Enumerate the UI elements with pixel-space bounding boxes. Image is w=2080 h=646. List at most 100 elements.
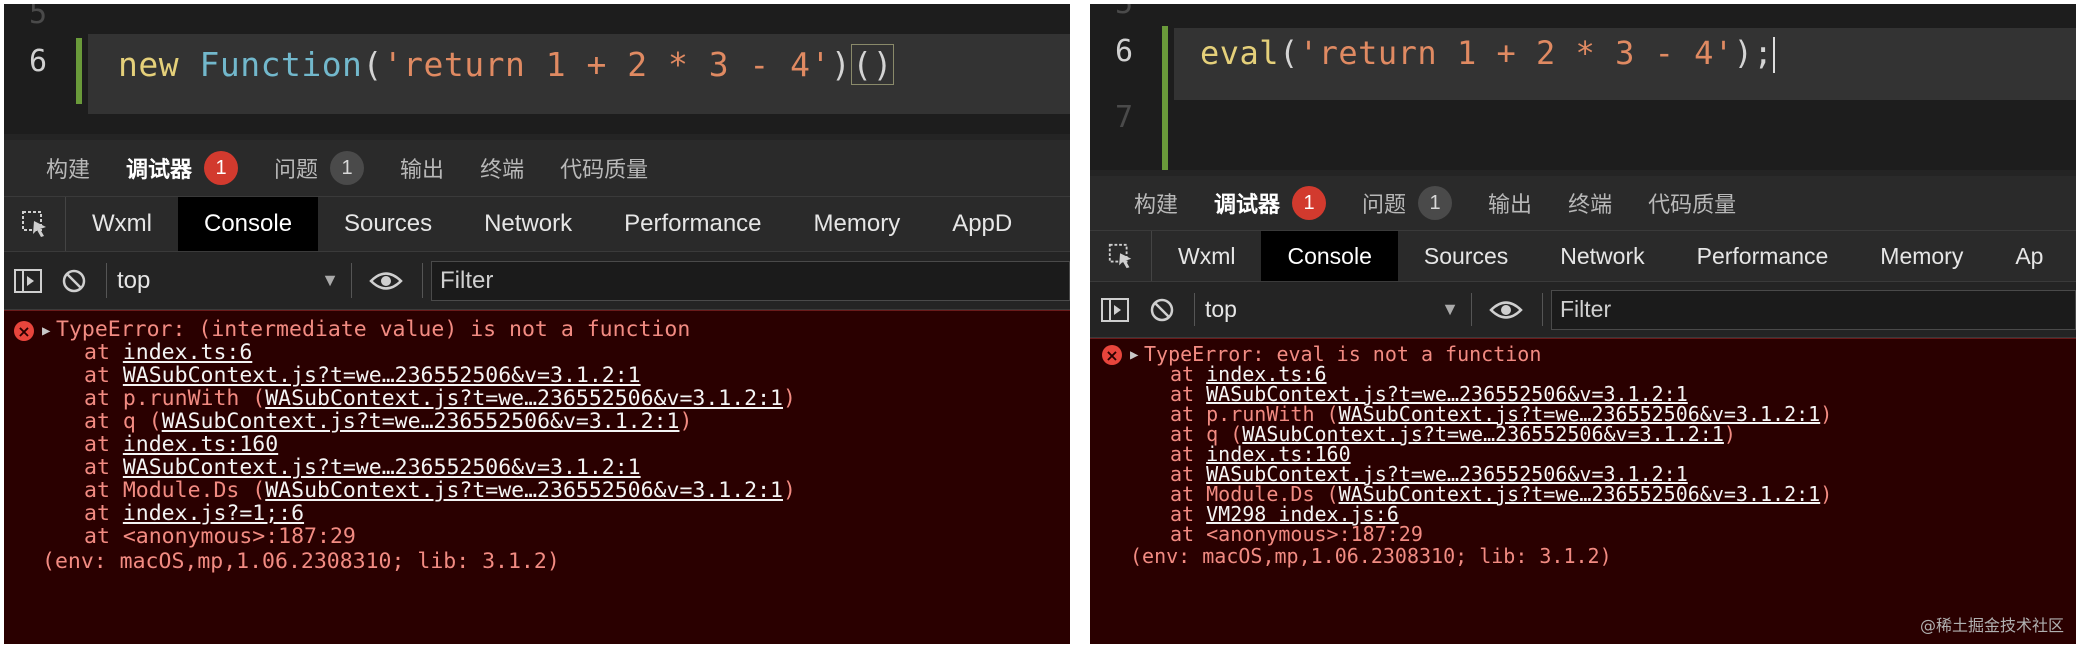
bottom-panel-tabs: 构建 调试器 1 问题 1 输出 终端 代码质量 <box>1090 176 2076 230</box>
tab-network[interactable]: Network <box>458 197 598 251</box>
tab-build[interactable]: 构建 <box>28 152 108 184</box>
env-info: (env: macOS,mp,1.06.2308310; lib: 3.1.2) <box>42 549 560 574</box>
stack-source-link[interactable]: WASubContext.js?t=we…236552506&v=3.1.2:1 <box>123 363 641 388</box>
tab-console[interactable]: Console <box>177 197 319 251</box>
console-toolbar: top ▼ <box>1090 282 2076 338</box>
tab-debugger[interactable]: 调试器 1 <box>1196 186 1344 220</box>
code-editor: 5 6 7 eval('return 1 + 2 * 3 - 4'); <box>1090 4 2076 170</box>
stack-source-link[interactable]: index.js?=1;:6 <box>123 501 304 526</box>
stack-end: ) <box>783 478 796 503</box>
clear-console-icon[interactable] <box>1140 282 1184 337</box>
sidebar-toggle-icon[interactable] <box>1090 282 1140 337</box>
line-number-current: 6 <box>28 44 48 79</box>
stack-frame: at WASubContext.js?t=we…236552506&v=3.1.… <box>84 363 641 388</box>
code-function-name: Function <box>199 45 363 84</box>
code-function-name: eval <box>1200 34 1280 72</box>
stack-at: at <box>84 501 123 526</box>
tab-problems[interactable]: 问题 1 <box>256 151 382 185</box>
context-selector[interactable]: top ▼ <box>1205 282 1459 337</box>
stack-end: ) <box>1723 422 1736 446</box>
context-selector[interactable]: top ▼ <box>117 252 339 309</box>
stack-frame: at q (WASubContext.js?t=we…236552506&v=3… <box>84 409 692 434</box>
toolbar-divider <box>351 263 352 298</box>
code-text[interactable]: eval('return 1 + 2 * 3 - 4'); <box>1200 34 1776 73</box>
stack-source-link[interactable]: WASubContext.js?t=we…236552506&v=3.1.2:1 <box>123 455 641 480</box>
right-devtools-screenshot: 5 6 7 eval('return 1 + 2 * 3 - 4'); 构建 调… <box>1090 4 2076 644</box>
tab-terminal[interactable]: 终端 <box>1550 187 1630 219</box>
stack-frame: at p.runWith (WASubContext.js?t=we…23655… <box>84 386 796 411</box>
stack-at: at <box>84 478 123 503</box>
modified-line-marker <box>76 38 82 104</box>
tab-memory[interactable]: Memory <box>788 197 927 251</box>
stack-source-link[interactable]: WASubContext.js?t=we…236552506&v=3.1.2:1 <box>265 478 783 503</box>
line-number: 7 <box>1114 100 1134 135</box>
error-message[interactable]: TypeError: (intermediate value) is not a… <box>56 317 690 342</box>
stack-fn: p.runWith ( <box>122 386 266 411</box>
stack-source-link[interactable]: WASubContext.js?t=we…236552506&v=3.1.2:1 <box>162 409 680 434</box>
tab-sources[interactable]: Sources <box>1398 231 1534 281</box>
clear-console-icon[interactable] <box>52 252 96 309</box>
error-count-badge: 1 <box>204 151 239 185</box>
code-paren: ) <box>830 45 852 84</box>
tab-output[interactable]: 输出 <box>382 152 462 184</box>
tab-build[interactable]: 构建 <box>1116 187 1196 219</box>
stack-source-link[interactable]: index.ts:6 <box>123 340 252 365</box>
stack-at: at <box>84 432 123 457</box>
tab-memory[interactable]: Memory <box>1854 231 1989 281</box>
tab-terminal[interactable]: 终端 <box>462 152 542 184</box>
tab-code-quality[interactable]: 代码质量 <box>542 152 666 184</box>
tab-debugger[interactable]: 调试器 1 <box>108 151 256 185</box>
tab-appdata[interactable]: AppD <box>926 197 1038 251</box>
inspect-icon[interactable] <box>4 197 66 251</box>
stack-frame: at <anonymous>:187:29 <box>84 524 356 549</box>
filter-input[interactable] <box>1551 289 2076 330</box>
stack-at: at <anonymous>:187:29 <box>84 524 356 549</box>
filter-input[interactable] <box>431 260 1070 301</box>
stack-at: at <box>84 363 123 388</box>
eye-icon[interactable] <box>364 252 408 309</box>
stack-source-link[interactable]: index.ts:160 <box>123 432 278 457</box>
toolbar-divider <box>106 263 107 298</box>
tab-label: 构建 <box>46 157 91 182</box>
stack-fn: q ( <box>122 409 162 434</box>
code-string: 'return 1 + 2 * 3 - 4' <box>382 45 831 84</box>
eye-icon[interactable] <box>1484 282 1528 337</box>
sidebar-toggle-icon[interactable] <box>4 252 52 309</box>
toolbar-divider <box>422 263 423 298</box>
expand-triangle-icon[interactable]: ▶ <box>42 323 50 339</box>
tab-code-quality[interactable]: 代码质量 <box>1630 187 1754 219</box>
line-number: 5 <box>1090 4 1158 21</box>
tab-performance[interactable]: Performance <box>598 197 787 251</box>
tab-label: 问题 <box>1362 192 1407 217</box>
tab-wxml[interactable]: Wxml <box>66 197 178 251</box>
tab-label: 调试器 <box>1214 192 1281 217</box>
tab-problems[interactable]: 问题 1 <box>1344 186 1470 220</box>
error-count-badge: 1 <box>1292 186 1327 220</box>
code-text[interactable]: new Function('return 1 + 2 * 3 - 4')() <box>118 44 895 85</box>
dropdown-caret-icon: ▼ <box>321 270 339 290</box>
code-call-parens: () <box>851 44 895 85</box>
tab-output[interactable]: 输出 <box>1470 187 1550 219</box>
tab-wxml[interactable]: Wxml <box>1152 231 1261 281</box>
stack-end: ) <box>783 386 796 411</box>
stack-end: ) <box>1820 482 1833 506</box>
tab-performance[interactable]: Performance <box>1671 231 1855 281</box>
stack-frame: at index.ts:160 <box>84 432 278 457</box>
tab-console[interactable]: Console <box>1261 231 1398 281</box>
expand-triangle-icon[interactable]: ▶ <box>1130 347 1138 363</box>
stack-at: at <box>84 340 123 365</box>
tab-label: 代码质量 <box>560 157 649 182</box>
error-icon: × <box>14 321 34 341</box>
tab-sources[interactable]: Sources <box>318 197 458 251</box>
console-toolbar: top ▼ <box>4 252 1070 310</box>
toolbar-divider <box>1194 293 1195 326</box>
stack-frame: at WASubContext.js?t=we…236552506&v=3.1.… <box>84 455 641 480</box>
tab-network[interactable]: Network <box>1534 231 1670 281</box>
stack-source-link[interactable]: WASubContext.js?t=we…236552506&v=3.1.2:1 <box>1339 482 1821 506</box>
stack-at: at <box>84 455 123 480</box>
inspect-icon[interactable] <box>1090 231 1152 281</box>
context-label: top <box>117 266 151 294</box>
stack-source-link[interactable]: WASubContext.js?t=we…236552506&v=3.1.2:1 <box>265 386 783 411</box>
tab-appdata[interactable]: Ap <box>1989 231 2069 281</box>
devtools-tabs: Wxml Console Sources Network Performance… <box>1090 230 2076 282</box>
